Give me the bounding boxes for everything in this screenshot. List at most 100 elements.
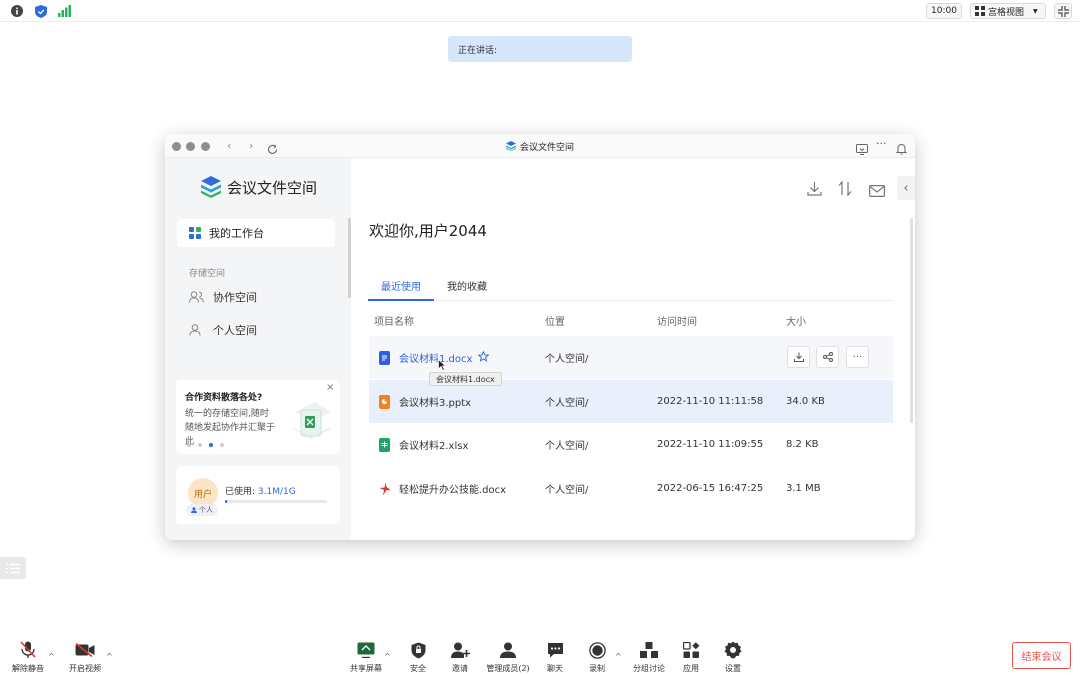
pdf-file-icon [379, 482, 390, 496]
manage-members-label: 管理成员(2) [486, 664, 530, 673]
brand: 会议文件空间 [201, 176, 317, 198]
sidebar-item-label: 协作空间 [213, 291, 257, 304]
user-icon [189, 324, 201, 336]
account-type-label: 个人 [199, 506, 213, 514]
sidebar-item-label: 个人空间 [213, 324, 257, 337]
chat-icon [547, 643, 563, 658]
share-icon [822, 352, 833, 362]
table-row[interactable]: 会议材料2.xlsx 个人空间/ 2022-11-10 11:09:55 8.2… [369, 423, 893, 466]
file-name-cell[interactable]: 会议材料2.xlsx [379, 423, 468, 466]
ppt-file-icon [379, 394, 390, 409]
gear-icon [724, 641, 742, 659]
file-name-cell[interactable]: 轻松提升办公技能.docx [379, 467, 506, 510]
end-meeting-button[interactable]: 结束会议 [1012, 642, 1071, 669]
mic-off-icon [20, 641, 36, 658]
table-row[interactable]: 轻松提升办公技能.docx 个人空间/ 2022-06-15 16:47:25 … [369, 467, 893, 510]
user-icon [191, 507, 197, 513]
participant-list-button[interactable] [0, 557, 26, 579]
file-name-cell[interactable]: 会议材料3.pptx [379, 380, 471, 423]
manage-members-button[interactable]: 管理成员(2) [482, 640, 534, 674]
audio-options-caret-icon[interactable]: ^ [48, 652, 55, 661]
promo-card[interactable]: 合作资料散落各处? 统一的存储空间,随时随地发起协作并汇聚于此 × [176, 380, 340, 454]
file-name: 会议材料3.pptx [399, 398, 472, 409]
exit-fullscreen-button[interactable] [1054, 3, 1072, 19]
caret-down-icon: ▼ [1033, 7, 1038, 15]
shield-icon[interactable] [34, 4, 48, 18]
invite-label: 邀请 [452, 664, 468, 673]
carousel-dot[interactable] [187, 443, 191, 447]
sidebar-item-label: 我的工作台 [209, 227, 264, 240]
top-status-bar: 10:00 宫格视图 ▼ [0, 0, 1080, 22]
sidebar-item-collab-space[interactable]: 协作空间 [189, 287, 257, 307]
speaking-indicator: 正在讲话: [448, 36, 632, 62]
tab-recent[interactable]: 最近使用 [381, 278, 421, 293]
app-logo-icon [505, 141, 516, 151]
file-access-time: 2022-06-15 16:47:25 [657, 483, 764, 494]
download-icon[interactable] [807, 181, 822, 200]
breakout-rooms-label: 分组讨论 [633, 664, 665, 673]
record-label: 录制 [589, 664, 605, 673]
workbench-icon [189, 227, 201, 239]
star-icon[interactable] [477, 350, 490, 365]
start-video-button[interactable]: 开启视频 [59, 640, 111, 674]
video-off-icon [75, 643, 95, 657]
window-titlebar: ‹ › 会议文件空间 ··· [165, 134, 915, 158]
file-name: 会议材料2.xlsx [399, 441, 469, 452]
settings-button[interactable]: 设置 [707, 640, 759, 674]
add-user-icon [450, 642, 470, 658]
record-options-caret-icon[interactable]: ^ [615, 652, 622, 661]
file-name: 会议材料1.docx [399, 354, 473, 365]
column-header-name[interactable]: 项目名称 [374, 313, 414, 328]
carousel-dot[interactable] [220, 443, 224, 447]
info-icon[interactable] [10, 4, 24, 18]
carousel-dot-active[interactable] [209, 443, 213, 447]
column-header-size[interactable]: 大小 [786, 313, 806, 328]
transfer-icon[interactable] [838, 180, 852, 200]
settings-label: 设置 [725, 664, 741, 673]
security-label: 安全 [410, 664, 426, 673]
team-icon [189, 291, 204, 303]
carousel-dot[interactable] [198, 443, 202, 447]
promo-title: 合作资料散落各处? [185, 393, 263, 403]
start-video-label: 开启视频 [69, 664, 101, 673]
screen-icon[interactable] [856, 140, 868, 159]
file-location: 个人空间/ [545, 441, 589, 452]
sidebar-item-workbench[interactable]: 我的工作台 [177, 219, 335, 247]
table-row[interactable]: 会议材料3.pptx 个人空间/ 2022-11-10 11:11:58 34.… [369, 380, 893, 423]
column-header-location[interactable]: 位置 [545, 313, 565, 328]
members-icon [500, 642, 516, 658]
file-name: 轻松提升办公技能.docx [399, 485, 507, 496]
more-icon[interactable]: ··· [876, 137, 887, 150]
promo-close-icon[interactable]: × [326, 382, 334, 393]
main-scrollbar[interactable] [910, 218, 913, 423]
file-space-window: ‹ › 会议文件空间 ··· 会议文件空间 我的工作台 存储空间 协作空间 个人… [165, 134, 915, 540]
account-type-badge: 个人 [186, 504, 218, 516]
bell-icon[interactable] [895, 140, 908, 159]
collapse-panel-button[interactable]: ‹ [897, 176, 915, 200]
share-screen-icon [357, 642, 375, 658]
brand-name: 会议文件空间 [227, 178, 318, 197]
share-options-caret-icon[interactable]: ^ [384, 652, 391, 661]
mail-icon[interactable] [869, 182, 886, 201]
window-title-text: 会议文件空间 [519, 142, 574, 153]
xls-file-icon [379, 437, 390, 452]
more-actions-button[interactable]: ··· [846, 346, 869, 368]
video-options-caret-icon[interactable]: ^ [106, 652, 113, 661]
storage-section-label: 存储空间 [189, 269, 226, 279]
usage-label: 已使用: [225, 487, 256, 497]
sidebar-item-personal-space[interactable]: 个人空间 [189, 320, 257, 340]
breakout-icon [640, 642, 658, 658]
view-mode-dropdown[interactable]: 宫格视图 ▼ [970, 3, 1046, 19]
meeting-timer: 10:00 [926, 3, 962, 19]
invite-button[interactable]: 邀请 [434, 640, 486, 674]
file-location: 个人空间/ [545, 485, 589, 496]
chat-label: 聊天 [547, 664, 563, 673]
download-button[interactable] [787, 346, 810, 368]
security-shield-icon [411, 642, 425, 658]
record-icon [588, 641, 606, 659]
tab-favorites[interactable]: 我的收藏 [447, 278, 487, 293]
column-header-time[interactable]: 访问时间 [657, 313, 697, 328]
unmute-button[interactable]: 解除静音 [2, 640, 54, 674]
signal-icon[interactable] [57, 4, 71, 18]
share-button[interactable] [816, 346, 839, 368]
